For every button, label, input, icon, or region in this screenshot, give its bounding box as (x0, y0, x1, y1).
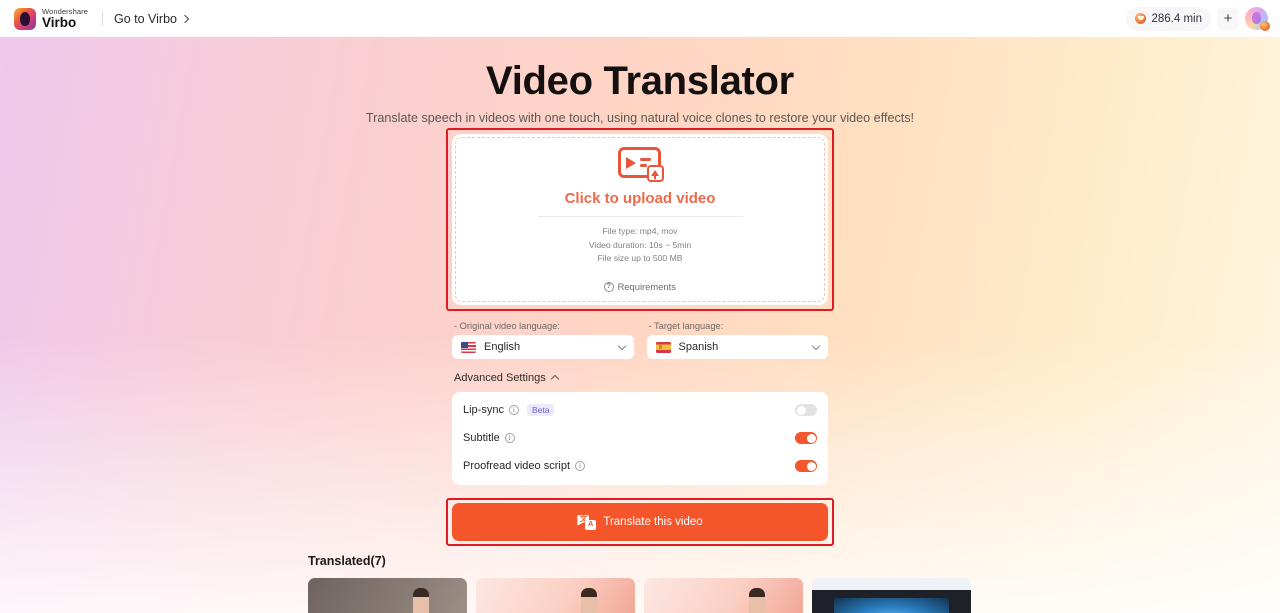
original-language-value: English (484, 341, 520, 353)
upload-title: Click to upload video (565, 190, 716, 207)
line-shape-1 (640, 158, 651, 161)
setting-row-proofread: Proofread video script i (463, 452, 817, 480)
requirements-link[interactable]: ? Requirements (604, 281, 676, 292)
setting-row-lip-sync: Lip-sync i Beta (463, 396, 817, 424)
brand-company: Wondershare (42, 8, 88, 16)
line-shape-2 (640, 164, 647, 167)
credits-badge[interactable]: 286.4 min (1126, 7, 1211, 31)
go-to-virbo-link[interactable]: Go to Virbo (114, 12, 188, 26)
credits-value: 286.4 min (1151, 13, 1202, 25)
translated-video-3[interactable] (644, 578, 803, 613)
info-circle-icon[interactable]: i (505, 433, 515, 443)
brand-product: Virbo (42, 16, 88, 30)
chevron-right-icon (181, 14, 189, 22)
meta-filetype: File type: mp4, mov (589, 225, 691, 239)
coin-icon (1135, 13, 1146, 24)
play-triangle-shape (626, 157, 636, 169)
original-language-field: - Original video language: English (452, 321, 634, 359)
language-row: - Original video language: English - Tar… (452, 321, 828, 359)
translate-glyph-target (585, 520, 596, 530)
target-language-select[interactable]: Spanish (647, 335, 829, 359)
browser-viewport (812, 590, 971, 613)
virbo-logo-icon (14, 8, 36, 30)
advanced-settings-toggle[interactable]: Advanced Settings (452, 372, 828, 384)
target-language-value: Spanish (679, 341, 719, 353)
person-figure (413, 588, 429, 613)
go-to-virbo-label: Go to Virbo (114, 12, 177, 26)
upload-arrow-icon (647, 165, 664, 182)
beta-badge: Beta (527, 404, 555, 417)
divider (102, 11, 103, 26)
requirements-label: Requirements (618, 281, 676, 292)
target-language-field: - Target language: Spanish (647, 321, 829, 359)
main-panel: Click to upload video File type: mp4, mo… (452, 134, 828, 541)
setting-label: Subtitle (463, 432, 500, 444)
top-bar: Wondershare Virbo Go to Virbo 286.4 min … (0, 0, 1280, 37)
translate-icon: 文 (577, 515, 596, 530)
avatar[interactable] (1245, 7, 1268, 30)
upload-meta: File type: mp4, mov Video duration: 10s … (589, 225, 691, 267)
chevron-up-icon (550, 375, 558, 383)
translated-thumbnail-row (308, 578, 972, 613)
info-circle-icon[interactable]: i (509, 405, 519, 415)
video-upload-icon (618, 147, 663, 181)
flag-es-icon (656, 342, 671, 353)
upload-dropzone[interactable]: Click to upload video File type: mp4, mo… (452, 134, 828, 305)
target-language-label: - Target language: (647, 321, 829, 331)
chevron-down-icon (812, 341, 820, 349)
video-stage (834, 598, 949, 613)
translate-button-label: Translate this video (603, 516, 702, 528)
setting-label: Proofread video script (463, 460, 570, 472)
setting-row-subtitle: Subtitle i (463, 424, 817, 452)
translate-this-video-button[interactable]: 文 Translate this video (452, 503, 828, 541)
divider (538, 216, 743, 217)
page-title: Video Translator (0, 58, 1280, 104)
hero-section: Video Translator Translate speech in vid… (0, 37, 1280, 125)
proofread-toggle[interactable] (795, 460, 817, 472)
translated-video-4[interactable] (812, 578, 971, 613)
info-circle-icon[interactable]: i (575, 461, 585, 471)
advanced-settings-panel: Lip-sync i Beta Subtitle i Proofread vid… (452, 392, 828, 485)
lip-sync-toggle[interactable] (795, 404, 817, 416)
meta-filesize: File size up to 500 MB (589, 252, 691, 266)
person-figure (581, 588, 597, 613)
question-circle-icon: ? (604, 282, 614, 292)
setting-label: Lip-sync (463, 404, 504, 416)
chevron-down-icon (617, 341, 625, 349)
plus-icon: + (1224, 11, 1233, 26)
translated-video-2[interactable] (476, 578, 635, 613)
translated-heading: Translated(7) (308, 554, 972, 568)
translated-video-1[interactable] (308, 578, 467, 613)
person-figure (749, 588, 765, 613)
meta-duration: Video duration: 10s ~ 5min (589, 239, 691, 253)
wondershare-virbo-logo[interactable]: Wondershare Virbo (14, 8, 88, 30)
upload-section: Click to upload video File type: mp4, mo… (452, 134, 828, 305)
advanced-settings-label: Advanced Settings (454, 372, 546, 384)
avatar-badge-icon (1260, 21, 1270, 31)
subtitle-toggle[interactable] (795, 432, 817, 444)
flag-us-icon (461, 342, 476, 353)
translated-section: Translated(7) (308, 554, 972, 613)
top-bar-right: 286.4 min + (1126, 7, 1268, 31)
translate-action-section: 文 Translate this video (452, 503, 828, 541)
add-credits-button[interactable]: + (1217, 8, 1239, 30)
original-language-select[interactable]: English (452, 335, 634, 359)
brand-text: Wondershare Virbo (42, 8, 88, 30)
page-subtitle: Translate speech in videos with one touc… (0, 111, 1280, 125)
original-language-label: - Original video language: (452, 321, 634, 331)
